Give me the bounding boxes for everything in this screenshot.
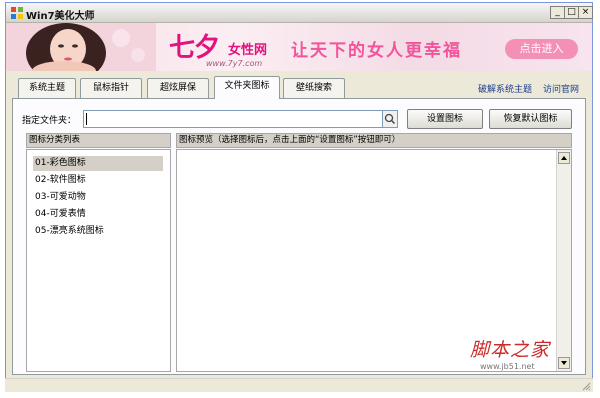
arrow-down-icon xyxy=(561,361,567,365)
title-bar[interactable]: Win7美化大师 _ □ × xyxy=(6,3,593,23)
tab-wallpaper-search[interactable]: 壁纸搜索 xyxy=(283,78,345,98)
minimize-button[interactable]: _ xyxy=(550,6,565,19)
window-title: Win7美化大师 xyxy=(26,11,95,22)
search-icon xyxy=(384,113,396,125)
enter-button[interactable]: 点击进入 xyxy=(505,39,578,59)
scroll-down-button[interactable] xyxy=(558,357,570,369)
close-button[interactable]: × xyxy=(578,6,593,19)
logo-url: www.7y7.com xyxy=(206,59,263,68)
arrow-up-icon xyxy=(561,156,567,160)
visit-site-link[interactable]: 访问官网 xyxy=(543,82,579,95)
category-list-header: 图标分类列表 xyxy=(26,133,171,148)
logo-name: 女性网 xyxy=(228,43,268,58)
banner-ad[interactable]: 七夕 女性网 www.7y7.com 让天下的女人更幸福 点击进入 xyxy=(6,23,592,71)
set-icon-button[interactable]: 设置图标 xyxy=(407,109,483,129)
resize-grip-icon[interactable] xyxy=(581,381,591,391)
watermark-url: www.jb51.net xyxy=(480,362,535,371)
app-icon xyxy=(11,7,23,19)
banner-slogan: 让天下的女人更幸福 xyxy=(291,41,462,61)
category-list[interactable]: 01-彩色图标 02-软件图标 03-可爱动物 04-可爱表情 05-漂亮系统图… xyxy=(26,149,171,372)
watermark-text: 脚本之家 xyxy=(470,339,551,361)
tab-folder-icon[interactable]: 文件夹图标 xyxy=(214,76,280,99)
restore-default-icon-button[interactable]: 恢复默认图标 xyxy=(489,109,572,129)
folder-path-input[interactable] xyxy=(83,110,397,128)
tab-screensaver[interactable]: 超炫屏保 xyxy=(147,78,209,98)
preview-header: 图标预览（选择图标后，点击上面的“设置图标”按钮即可） xyxy=(176,133,572,148)
banner-woman-photo xyxy=(6,23,156,71)
category-item[interactable]: 02-软件图标 xyxy=(33,173,86,188)
scroll-up-button[interactable] xyxy=(558,152,570,164)
crack-theme-link[interactable]: 破解系统主题 xyxy=(478,82,532,95)
maximize-button[interactable]: □ xyxy=(564,6,579,19)
folder-label: 指定文件夹： xyxy=(22,116,77,126)
category-item[interactable]: 04-可爱表情 xyxy=(33,207,86,222)
text-caret xyxy=(86,113,87,125)
preview-scrollbar[interactable] xyxy=(556,150,571,371)
tab-system-theme[interactable]: 系统主题 xyxy=(18,78,76,98)
browse-folder-button[interactable] xyxy=(382,110,398,128)
status-bar xyxy=(5,378,593,392)
category-item[interactable]: 03-可爱动物 xyxy=(33,190,86,205)
category-item[interactable]: 01-彩色图标 xyxy=(33,156,163,171)
category-item[interactable]: 05-漂亮系统图标 xyxy=(33,224,104,239)
tab-mouse-pointer[interactable]: 鼠标指针 xyxy=(80,78,142,98)
